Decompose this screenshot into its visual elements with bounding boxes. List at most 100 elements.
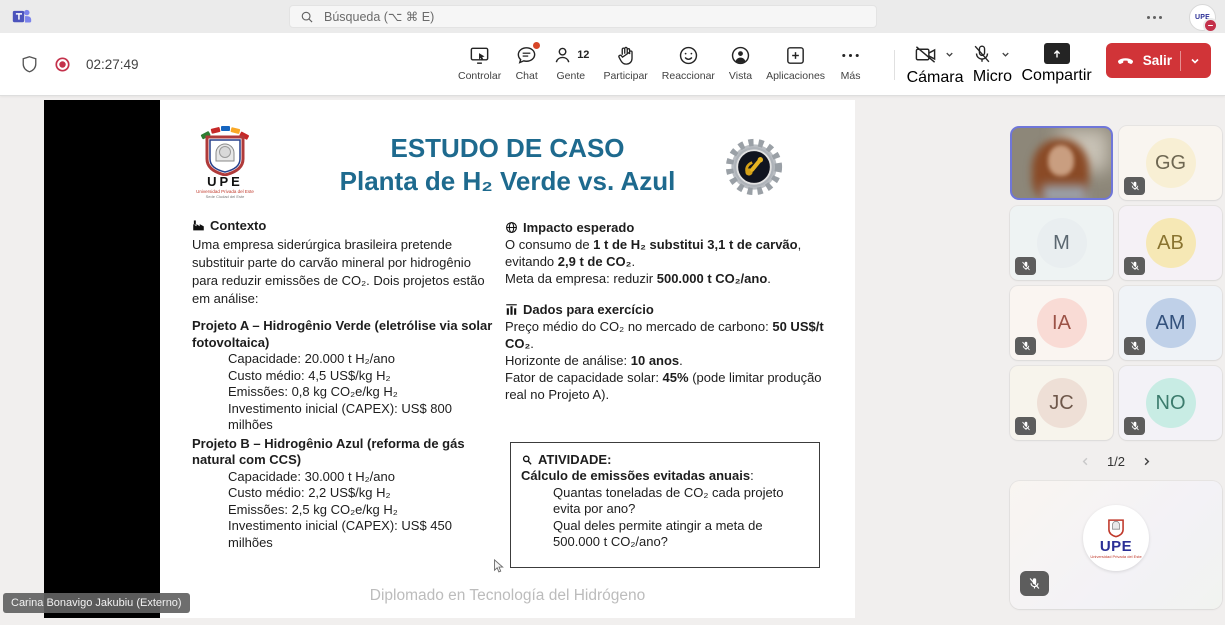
participant-tile[interactable]: GG — [1119, 126, 1222, 200]
muted-mic-icon — [1124, 177, 1145, 195]
projeto-b-item: Capacidade: 30.000 t H₂/ano — [192, 469, 498, 486]
participant-initials: AM — [1156, 312, 1186, 335]
activity-question: Qual deles permite atingir a meta de 500… — [521, 518, 809, 551]
upe-room-tile[interactable]: UPE Universidad Privada del Este — [1010, 481, 1222, 609]
participant-avatar: NO — [1146, 378, 1196, 428]
projeto-a-item: Custo médio: 4,5 US$/kg H₂ — [192, 368, 498, 385]
participant-initials: IA — [1052, 312, 1071, 335]
smiley-icon — [677, 43, 700, 67]
more-button[interactable]: Más — [833, 40, 868, 85]
control-label: Controlar — [458, 70, 501, 82]
share-button[interactable]: Compartir — [1019, 40, 1093, 88]
upe-room-avatar: UPE Universidad Privada del Este — [1083, 505, 1149, 571]
slide-title-line2: Planta de H₂ Verde vs. Azul — [160, 165, 855, 198]
participant-face — [1048, 145, 1075, 176]
chat-icon — [515, 43, 538, 67]
participant-tile[interactable]: NO — [1119, 366, 1222, 440]
share-icon — [1044, 43, 1070, 64]
participant-count: 12 — [577, 49, 589, 61]
user-avatar[interactable]: UPE — [1189, 4, 1216, 31]
meeting-security-shield-icon[interactable] — [20, 55, 39, 74]
slide-pillarbox-left — [44, 100, 160, 618]
search-input[interactable] — [322, 9, 866, 25]
mic-options-chevron[interactable] — [998, 47, 1013, 62]
muted-mic-icon — [1015, 257, 1036, 275]
projeto-a-item: Investimento inicial (CAPEX): US$ 800 mi… — [192, 401, 498, 434]
muted-mic-icon — [1124, 257, 1145, 275]
toolbar-divider — [894, 50, 895, 80]
participant-tile[interactable]: AB — [1119, 206, 1222, 280]
people-button[interactable]: 12 Gente — [546, 40, 595, 85]
hangup-phone-icon — [1116, 51, 1135, 70]
participant-initials: JC — [1049, 392, 1073, 415]
participant-tile[interactable]: JC — [1010, 366, 1113, 440]
dados-line1: Preço médio do CO₂ no mercado de carbono… — [505, 318, 843, 352]
control-screen-icon — [468, 43, 491, 67]
view-button[interactable]: Vista — [723, 40, 758, 85]
factory-icon — [192, 219, 205, 232]
projeto-a-heading: Projeto A – Hidrogênio Verde (eletrólise… — [192, 318, 498, 351]
participants-pager: 1/2 — [1010, 450, 1222, 472]
activity-heading: ATIVIDADE: — [521, 451, 809, 468]
search-box[interactable] — [289, 5, 877, 28]
react-button[interactable]: Reaccionar — [656, 40, 721, 85]
meeting-timer: 02:27:49 — [86, 57, 139, 72]
activity-subheading: Cálculo de emissões evitadas anuais: — [521, 468, 809, 485]
more-label: Más — [841, 70, 861, 82]
bar-chart-icon — [505, 303, 518, 316]
mic-label: Micro — [973, 68, 1012, 86]
view-person-icon — [729, 43, 752, 67]
projeto-b-items: Capacidade: 30.000 t H₂/ano Custo médio:… — [192, 469, 498, 552]
upe-room-caption: Universidad Privada del Este — [1090, 554, 1141, 559]
activity-question: Quantas toneladas de CO₂ cada projeto ev… — [521, 485, 809, 518]
mic-button[interactable]: Micro — [969, 40, 1015, 89]
dados-heading: Dados para exercício — [505, 301, 843, 318]
chat-notification-badge — [532, 41, 541, 50]
slide-title: ESTUDO DE CASO Planta de H₂ Verde vs. Az… — [160, 132, 855, 198]
apps-button[interactable]: Aplicaciones — [760, 40, 831, 85]
participant-avatar: IA — [1037, 298, 1087, 348]
leave-button[interactable]: Salir — [1106, 43, 1211, 78]
muted-mic-icon — [1020, 571, 1049, 596]
presenter-name-label: Carina Bonavigo Jakubiu (Externo) — [3, 593, 190, 613]
more-options-icon[interactable] — [1147, 14, 1169, 20]
participant-tile[interactable]: IA — [1010, 286, 1113, 360]
camera-options-chevron[interactable] — [942, 47, 957, 62]
apps-label: Aplicaciones — [766, 70, 825, 82]
slide-left-column: Contexto Uma empresa siderúrgica brasile… — [192, 217, 498, 551]
slide-footer: Diplomado en Tecnología del Hidrógeno — [160, 587, 855, 605]
slide-right-column: Impacto esperado O consumo de 1 t de H₂ … — [505, 219, 843, 403]
participant-avatar: M — [1037, 218, 1087, 268]
participant-shirt — [1042, 185, 1088, 200]
activity-box: ATIVIDADE: Cálculo de emissões evitadas … — [510, 442, 820, 568]
participant-initials: GG — [1155, 152, 1186, 175]
control-button[interactable]: Controlar — [452, 40, 507, 85]
participant-avatar: GG — [1146, 138, 1196, 188]
shared-presentation-slide: UPE Universidad Privada del Este Sede Ci… — [160, 100, 855, 618]
contexto-heading: Contexto — [192, 217, 498, 234]
projeto-a-item: Emissões: 0,8 kg CO₂e/kg H₂ — [192, 384, 498, 401]
participant-initials: AB — [1157, 232, 1184, 255]
participant-tile[interactable]: AM — [1119, 286, 1222, 360]
raise-hand-button[interactable]: Participar — [597, 40, 653, 85]
muted-mic-icon — [1015, 337, 1036, 355]
chat-button[interactable]: Chat — [509, 40, 544, 85]
camera-off-icon — [914, 43, 937, 66]
leave-label: Salir — [1143, 53, 1172, 68]
participant-video-tile[interactable] — [1010, 126, 1113, 200]
pager-prev-chevron[interactable] — [1080, 456, 1091, 467]
search-icon — [300, 10, 314, 24]
participant-tile[interactable]: M — [1010, 206, 1113, 280]
slide-title-line1: ESTUDO DE CASO — [160, 132, 855, 165]
share-label: Compartir — [1021, 67, 1091, 85]
leave-options-chevron[interactable] — [1189, 55, 1201, 67]
projeto-a-item: Capacidade: 20.000 t H₂/ano — [192, 351, 498, 368]
people-label: Gente — [557, 70, 586, 82]
teams-logo-icon — [10, 6, 34, 27]
recording-indicator-icon — [54, 56, 71, 73]
camera-button[interactable]: Cámara — [905, 40, 966, 90]
participant-initials: M — [1053, 232, 1070, 255]
pager-page-indicator: 1/2 — [1107, 454, 1125, 469]
pager-next-chevron[interactable] — [1141, 456, 1152, 467]
muted-mic-icon — [1015, 417, 1036, 435]
